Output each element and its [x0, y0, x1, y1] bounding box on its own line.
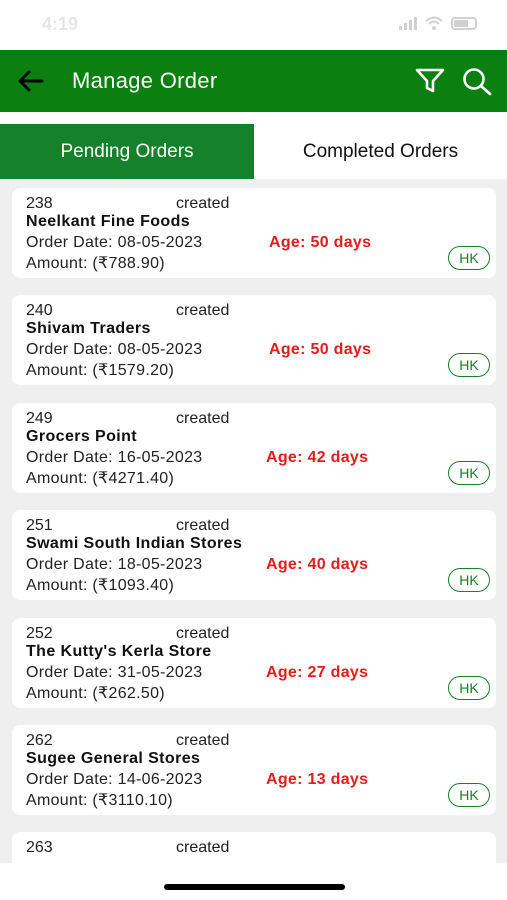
- home-area: [0, 863, 507, 900]
- status-time: 4:19: [42, 14, 79, 34]
- order-age: Age: 27 days: [266, 664, 369, 681]
- hk-badge[interactable]: HK: [448, 568, 490, 592]
- order-list[interactable]: 238 created Neelkant Fine Foods Order Da…: [0, 179, 507, 863]
- order-id: 251: [26, 517, 53, 534]
- store-name: Neelkant Fine Foods: [26, 213, 191, 230]
- order-status: created: [176, 302, 230, 319]
- battery-icon: [451, 16, 477, 30]
- order-card[interactable]: 240 created Shivam Traders Order Date: 0…: [12, 295, 496, 385]
- order-amount: Amount: (₹3110.10): [26, 792, 173, 809]
- order-date: Order Date: 18-05-2023: [26, 556, 203, 573]
- store-name: The Kutty's Kerla Store: [26, 643, 212, 660]
- signal-icon: [399, 16, 417, 30]
- order-id: 238: [26, 195, 53, 212]
- order-id: 252: [26, 625, 53, 642]
- hk-badge[interactable]: HK: [448, 246, 490, 270]
- order-date: Order Date: 14-06-2023: [26, 771, 203, 788]
- order-status: created: [176, 732, 230, 749]
- store-name: Shivam Traders: [26, 320, 151, 337]
- order-date: Order Date: 16-05-2023: [26, 449, 203, 466]
- order-date: Order Date: 08-05-2023: [26, 341, 203, 358]
- status-icons: [399, 16, 477, 30]
- order-id: 262: [26, 732, 53, 749]
- magnifier-search-icon[interactable]: [461, 66, 493, 96]
- order-age: Age: 42 days: [266, 449, 369, 466]
- page-title: Manage Order: [72, 68, 218, 93]
- order-status: created: [176, 195, 230, 212]
- order-card[interactable]: 263 created: [12, 832, 496, 863]
- order-status: created: [176, 625, 230, 642]
- order-card[interactable]: 238 created Neelkant Fine Foods Order Da…: [12, 188, 496, 278]
- store-name: Sugee General Stores: [26, 750, 201, 767]
- order-amount: Amount: (₹788.90): [26, 255, 165, 272]
- filter-funnel-icon[interactable]: [414, 67, 446, 95]
- order-id: 249: [26, 410, 53, 427]
- order-amount: Amount: (₹262.50): [26, 685, 165, 702]
- order-status: created: [176, 839, 230, 856]
- hk-badge[interactable]: HK: [448, 783, 490, 807]
- store-name: Swami South Indian Stores: [26, 535, 243, 552]
- tab-pending-orders[interactable]: Pending Orders: [0, 124, 254, 179]
- order-amount: Amount: (₹4271.40): [26, 470, 175, 487]
- order-status: created: [176, 517, 230, 534]
- app-bar: Manage Order: [0, 50, 507, 112]
- order-card[interactable]: 251 created Swami South Indian Stores Or…: [12, 510, 496, 600]
- order-age: Age: 50 days: [269, 234, 372, 251]
- tab-completed-orders[interactable]: Completed Orders: [254, 124, 507, 179]
- order-amount: Amount: (₹1579.20): [26, 362, 175, 379]
- order-date: Order Date: 08-05-2023: [26, 234, 203, 251]
- store-name: Grocers Point: [26, 428, 138, 445]
- wifi-icon: [425, 16, 443, 30]
- hk-badge[interactable]: HK: [448, 676, 490, 700]
- order-age: Age: 40 days: [266, 556, 369, 573]
- status-bar: 4:19: [0, 0, 507, 50]
- hk-badge[interactable]: HK: [448, 461, 490, 485]
- hk-badge[interactable]: HK: [448, 353, 490, 377]
- order-age: Age: 13 days: [266, 771, 369, 788]
- order-age: Age: 50 days: [269, 341, 372, 358]
- order-tabs: Pending Orders Completed Orders: [0, 124, 507, 179]
- order-id: 240: [26, 302, 53, 319]
- order-status: created: [176, 410, 230, 427]
- order-date: Order Date: 31-05-2023: [26, 664, 203, 681]
- order-id: 263: [26, 839, 53, 856]
- order-card[interactable]: 262 created Sugee General Stores Order D…: [12, 725, 496, 815]
- home-indicator[interactable]: [164, 884, 345, 890]
- arrow-left-icon[interactable]: [16, 67, 46, 95]
- order-amount: Amount: (₹1093.40): [26, 577, 175, 594]
- order-card[interactable]: 252 created The Kutty's Kerla Store Orde…: [12, 618, 496, 708]
- order-card[interactable]: 249 created Grocers Point Order Date: 16…: [12, 403, 496, 493]
